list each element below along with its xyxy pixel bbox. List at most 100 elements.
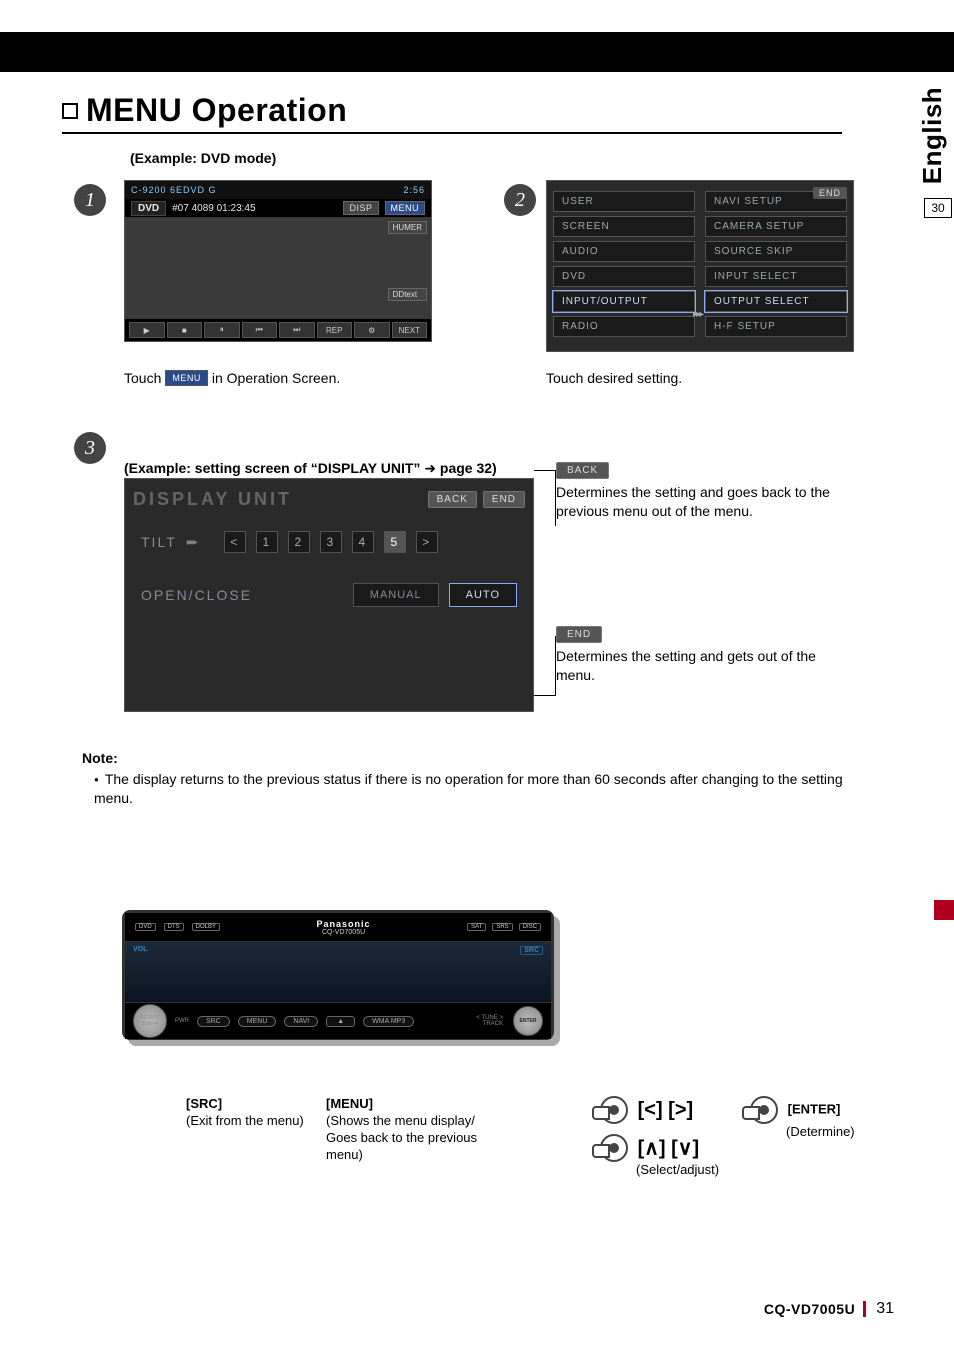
unit-screen: VOL SRC xyxy=(125,941,551,1003)
menu-item-inputoutput[interactable]: INPUT/OUTPUT xyxy=(553,291,695,312)
tilt-row: TILT ▸▸▸ < 1 2 3 4 5 > xyxy=(125,519,533,565)
auto-button[interactable]: AUTO xyxy=(449,583,517,607)
manual-button[interactable]: MANUAL xyxy=(353,583,439,607)
legend-src-h: [SRC] xyxy=(186,1096,306,1113)
op-mode-label: DVD xyxy=(131,201,166,216)
head-unit-illustration: DVD DTS DOLBY Panasonic CQ-VD7005U SAT S… xyxy=(122,910,554,1040)
legend-src-t: (Exit from the menu) xyxy=(186,1113,306,1130)
knob-press-icon xyxy=(600,1096,628,1124)
legend-ud-sym: [∧] [∨] xyxy=(638,1138,699,1160)
volume-knob[interactable]: ADJUST 50W×4 xyxy=(133,1004,167,1038)
settings-menu-screen: END USER SCREEN AUDIO DVD INPUT/OUTPUT R… xyxy=(546,180,854,352)
footer-model: CQ-VD7005U xyxy=(764,1301,866,1317)
settings-left-col: USER SCREEN AUDIO DVD INPUT/OUTPUT RADIO xyxy=(553,191,695,337)
prev-icon[interactable]: ⏮ xyxy=(242,322,278,338)
tilt-step-3[interactable]: 3 xyxy=(320,531,342,553)
step3-title-post: page 32) xyxy=(436,460,497,476)
page-title-text: MENU Operation xyxy=(86,92,347,129)
step1-caption-post: in Operation Screen. xyxy=(212,370,340,386)
legend-enter-t: (Determine) xyxy=(786,1124,870,1141)
pwr-label: PWR xyxy=(175,1018,189,1024)
op-statusbar: C-9200 6EDVD G 2:56 xyxy=(125,181,431,199)
op-info-row: DVD #07 4089 01:23:45 DISP MENU xyxy=(125,199,431,217)
face-menu-button[interactable]: MENU xyxy=(238,1016,277,1027)
unit-face: ADJUST 50W×4 PWR SRC MENU NAVI ▲ WMA MP3… xyxy=(125,1003,551,1039)
side-accent-icon xyxy=(934,900,954,920)
menu-item-hf-setup[interactable]: H-F SETUP xyxy=(705,316,847,337)
face-src-button[interactable]: SRC xyxy=(197,1016,230,1027)
leader-line-end xyxy=(534,636,556,696)
note-item-1: The display returns to the previous stat… xyxy=(94,770,862,808)
menu-item-audio[interactable]: AUDIO xyxy=(553,241,695,262)
step3-title: (Example: setting screen of “DISPLAY UNI… xyxy=(124,460,497,477)
note-heading: Note: xyxy=(82,750,862,766)
menu-item-dvd[interactable]: DVD xyxy=(553,266,695,287)
tilt-step-4[interactable]: 4 xyxy=(352,531,374,553)
menu-button[interactable]: MENU xyxy=(385,201,426,215)
knob-press2-icon xyxy=(600,1134,628,1162)
end-button[interactable]: END xyxy=(483,491,525,508)
play-icon[interactable]: ▶ xyxy=(129,322,165,338)
next-button[interactable]: NEXT xyxy=(392,322,428,338)
page-title: MENU Operation xyxy=(62,92,347,129)
rep-button[interactable]: REP xyxy=(317,322,353,338)
menu-chip-icon: MENU xyxy=(165,370,208,386)
end-chip[interactable]: END xyxy=(813,187,847,199)
menu-item-screen[interactable]: SCREEN xyxy=(553,216,695,237)
tilt-right-icon[interactable]: > xyxy=(416,531,438,553)
unit-brand: Panasonic xyxy=(317,919,371,929)
page-footer: CQ-VD7005U 31 xyxy=(0,1300,954,1318)
back-button[interactable]: BACK xyxy=(428,491,477,508)
back-explain: BACK Determines the setting and goes bac… xyxy=(556,460,856,521)
enter-knob[interactable]: ENTER xyxy=(513,1006,543,1036)
menu-item-source-skip[interactable]: SOURCE SKIP xyxy=(705,241,847,262)
language-label: English xyxy=(918,86,949,183)
unit-src-label: SRC xyxy=(520,946,543,955)
back-chip-icon: BACK xyxy=(556,462,609,479)
step3-title-pre: (Example: setting screen of “DISPLAY UNI… xyxy=(124,460,424,476)
display-unit-heading: DISPLAY UNIT xyxy=(133,489,292,510)
footer-page: 31 xyxy=(876,1300,894,1318)
openclose-row: OPEN/CLOSE MANUAL AUTO xyxy=(125,565,533,619)
menu-item-input-select[interactable]: INPUT SELECT xyxy=(705,266,847,287)
openclose-label: OPEN/CLOSE xyxy=(141,587,343,603)
title-underline xyxy=(62,132,842,134)
side-page-box: 30 xyxy=(924,198,952,218)
settings-icon[interactable]: ⚙ xyxy=(354,322,390,338)
example-mode-label: (Example: DVD mode) xyxy=(130,150,276,166)
pause-icon[interactable]: ⏸ xyxy=(204,322,240,338)
step1-caption-pre: Touch xyxy=(124,370,161,386)
unit-brand-row: DVD DTS DOLBY Panasonic CQ-VD7005U SAT S… xyxy=(125,913,551,941)
menu-item-output-select[interactable]: OUTPUT SELECT xyxy=(705,291,847,312)
dvd-logo-icon: DVD xyxy=(135,923,156,931)
language-tab: English xyxy=(912,80,954,190)
tilt-step-2[interactable]: 2 xyxy=(288,531,310,553)
next-icon[interactable]: ⏭ xyxy=(279,322,315,338)
face-navi-button[interactable]: NAVI xyxy=(284,1016,318,1027)
tilt-step-5[interactable]: 5 xyxy=(384,531,406,553)
legend-menu-h: [MENU] xyxy=(326,1096,506,1113)
ddtext-button[interactable]: DDtext xyxy=(388,288,427,301)
legend-ud: [∧] [∨] (Select/adjust) xyxy=(600,1134,719,1177)
dolby-logo-icon: DOLBY xyxy=(192,923,220,931)
face-eject-icon[interactable]: ▲ xyxy=(326,1016,355,1027)
menu-item-camera-setup[interactable]: CAMERA SETUP xyxy=(705,216,847,237)
face-wma-button[interactable]: WMA MP3 xyxy=(363,1016,414,1027)
op-controls: ▶ ■ ⏸ ⏮ ⏭ REP ⚙ NEXT xyxy=(125,319,431,341)
tilt-left-icon[interactable]: < xyxy=(224,531,246,553)
menu-item-user[interactable]: USER xyxy=(553,191,695,212)
menu-item-radio[interactable]: RADIO xyxy=(553,316,695,337)
tilt-step-1[interactable]: 1 xyxy=(256,531,278,553)
top-black-bar xyxy=(0,32,954,72)
srs-logo-icon: SRS xyxy=(492,923,512,931)
op-video-area: HUMER DDtext xyxy=(125,217,431,319)
settings-right-col: NAVI SETUP CAMERA SETUP SOURCE SKIP INPU… xyxy=(705,191,847,337)
note-block: Note: The display returns to the previou… xyxy=(82,750,862,808)
disp-button[interactable]: DISP xyxy=(343,201,378,215)
legend-lr-sym: [<] [>] xyxy=(638,1099,694,1121)
stop-icon[interactable]: ■ xyxy=(167,322,203,338)
humer-button[interactable]: HUMER xyxy=(388,221,427,234)
legend-menu: [MENU] (Shows the menu display/ Goes bac… xyxy=(326,1096,506,1164)
unit-vol-label: VOL xyxy=(133,946,147,953)
unit-model: CQ-VD7005U xyxy=(317,929,371,936)
